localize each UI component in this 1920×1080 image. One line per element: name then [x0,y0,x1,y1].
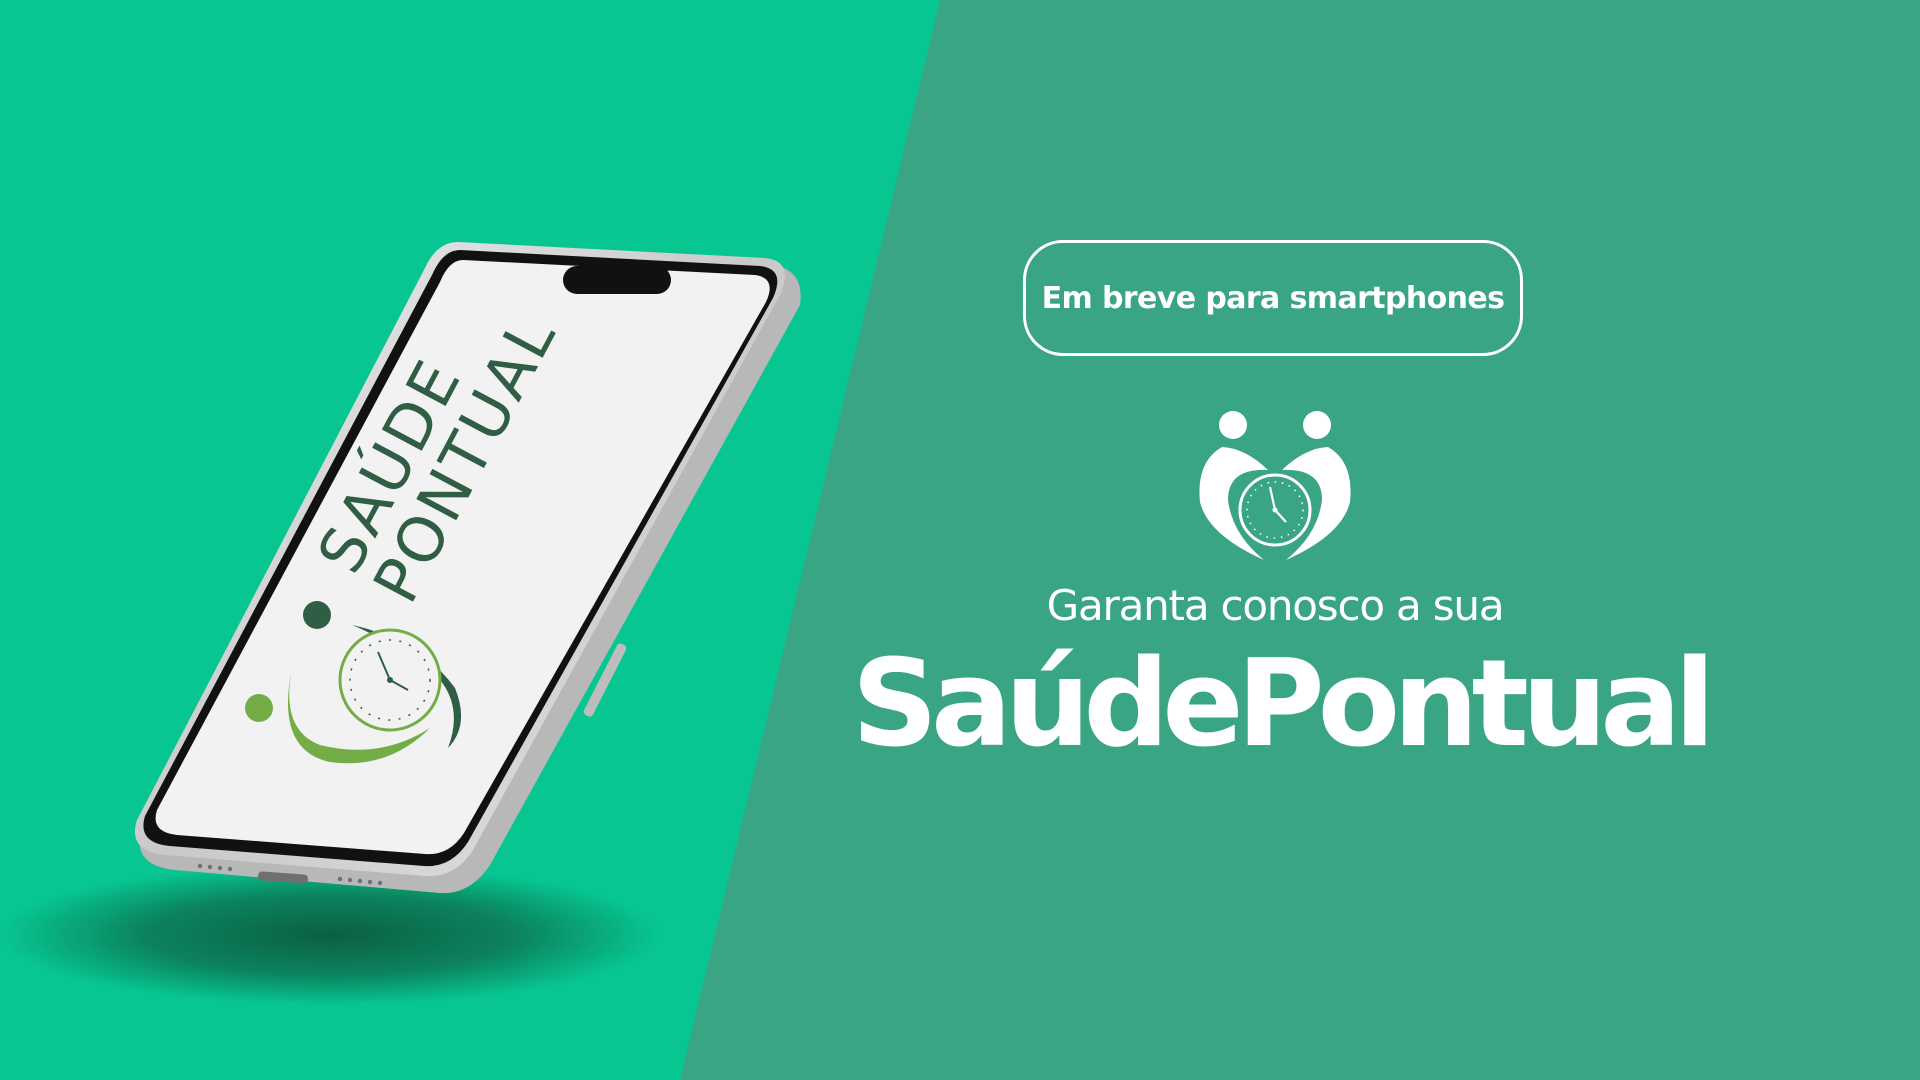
background: SAÚDE PONTUAL [0,0,1351,1080]
clock-icon [1238,473,1312,547]
phone-dynamic-island [563,266,671,294]
phone-logo-clock-icon [338,628,442,732]
logo-person-head-right [1303,411,1331,439]
phone-shadow [0,865,660,1005]
brand-name: SaúdePontual [851,635,1716,774]
tagline: Garanta conosco a sua [1046,581,1505,630]
logo-person-head-left [1219,411,1247,439]
phone-logo-head-dark [303,601,331,629]
phone-logo-head-light [245,694,273,722]
heart-people-clock-icon [1199,411,1351,560]
coming-soon-badge: Em breve para smartphones [1023,240,1523,356]
